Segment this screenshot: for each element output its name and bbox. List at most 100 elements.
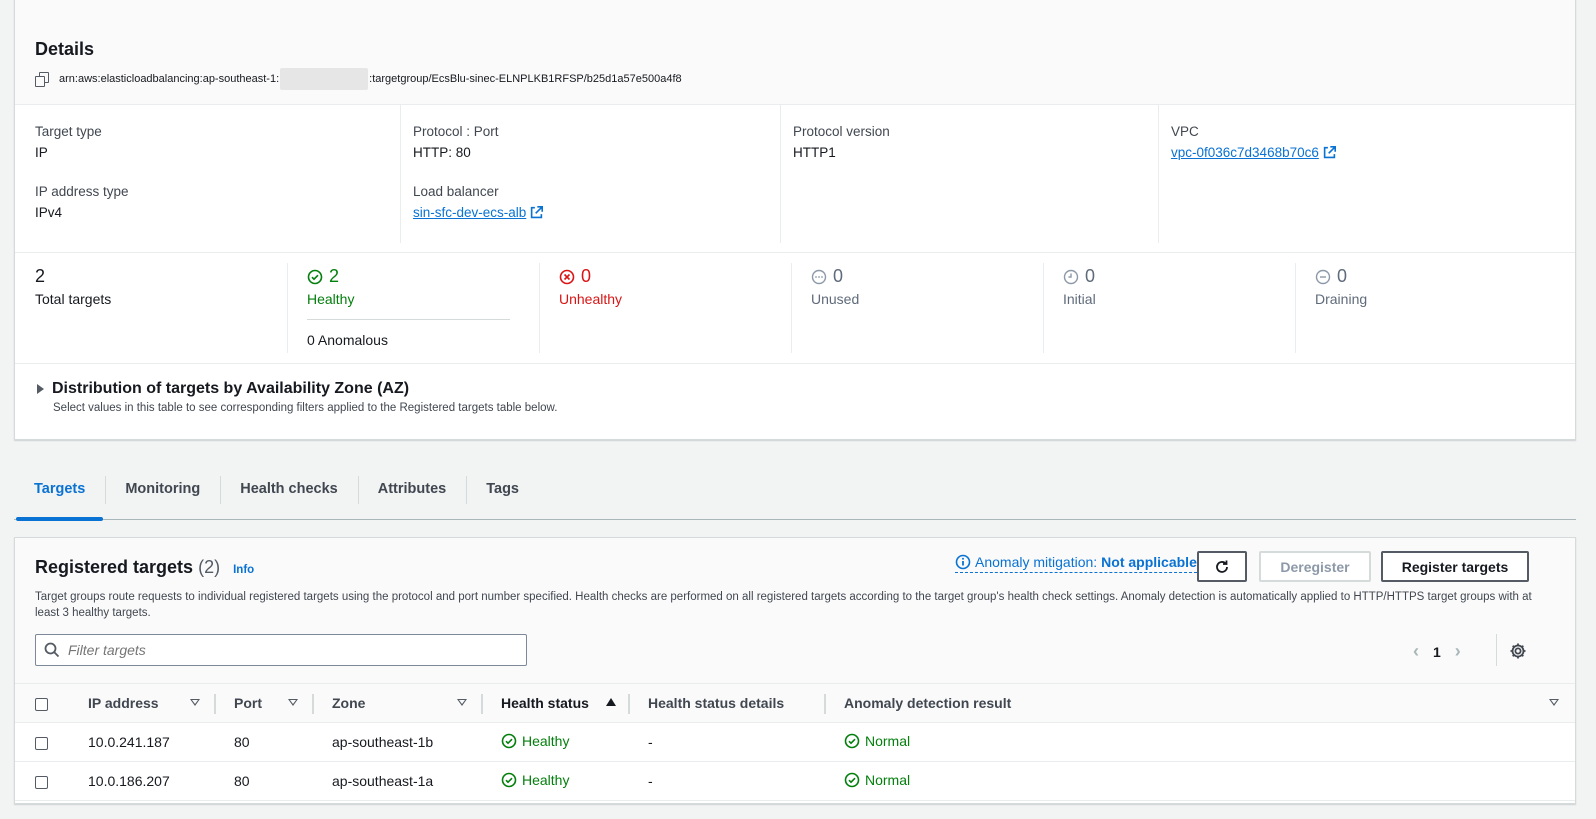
info-link[interactable]: Info (233, 564, 254, 576)
anomalous-count: 0 Anomalous (307, 319, 510, 348)
properties-column-3: Protocol version HTTP1 (780, 105, 1160, 243)
port-cell: 80 (216, 761, 314, 801)
minus-circle-icon (1315, 269, 1331, 284)
check-circle-icon (307, 269, 323, 284)
healthy-label: Healthy (307, 291, 355, 307)
refresh-icon (1216, 560, 1228, 573)
tab-attributes[interactable]: Attributes (357, 460, 466, 518)
tab-targets[interactable]: Targets (14, 460, 105, 521)
load-balancer-link[interactable]: sin-sfc-dev-ecs-alb (413, 205, 544, 220)
az-distribution-section: Distribution of targets by Availability … (15, 364, 1575, 414)
health-status-text: Healthy (522, 732, 570, 749)
registered-targets-count: (2) (198, 557, 221, 577)
registered-targets-title: Registered targets (2) Info (35, 557, 254, 578)
targets-table: IP address Port Zone Health status Healt… (15, 683, 1575, 801)
select-all-checkbox[interactable] (35, 697, 48, 711)
previous-page-icon[interactable]: ‹ (1413, 641, 1419, 662)
arn-suffix: :targetgroup/EcsBlu-sinec-ELNPLKB1RFSP/b… (369, 73, 682, 85)
anomaly-mitigation-value: Not applicable (1101, 554, 1197, 570)
healthy-count-row[interactable]: 2 (307, 266, 510, 287)
stat-unused: 0 Unused (790, 253, 859, 353)
check-circle-icon (501, 772, 517, 787)
refresh-button[interactable] (1197, 551, 1247, 582)
health-status-details-cell: - (630, 722, 826, 762)
external-link-icon (531, 206, 544, 219)
details-header: Details arn:aws:elasticloadbalancing:ap-… (15, 0, 1575, 105)
health-status: Healthy (501, 772, 569, 788)
info-circle-icon (955, 554, 971, 570)
port-cell: 80 (216, 722, 314, 762)
col-zone[interactable]: Zone (314, 683, 483, 723)
total-count: 2 (35, 266, 46, 286)
col-anomaly-detection-result-label: Anomaly detection result (844, 695, 1012, 711)
filter-targets-field[interactable] (35, 634, 527, 666)
select-all-cell (15, 683, 68, 723)
row-select-cell (15, 722, 68, 762)
ip-address-cell: 10.0.186.207 (68, 761, 216, 801)
tab-tags[interactable]: Tags (466, 460, 539, 518)
ip-address-type-value: IPv4 (35, 205, 63, 220)
draining-count: 0 (1337, 266, 1348, 286)
stat-unhealthy: 0 Unhealthy (538, 253, 622, 353)
copy-icon[interactable] (35, 72, 49, 87)
filter-targets-input[interactable] (68, 642, 498, 658)
draining-label: Draining (1315, 291, 1368, 307)
pagination-divider (1496, 634, 1497, 666)
col-port-label: Port (234, 695, 262, 711)
stat-healthy: 2 Healthy 0 Anomalous (287, 253, 510, 353)
deregister-button[interactable]: Deregister (1259, 551, 1371, 582)
external-link-icon (1323, 146, 1336, 159)
next-page-icon[interactable]: › (1455, 641, 1461, 662)
stat-initial: 0 Initial (1043, 253, 1096, 353)
unhealthy-count-row[interactable]: 0 (559, 266, 622, 287)
protocol-port-label: Protocol : Port (413, 124, 499, 139)
zone-cell: ap-southeast-1b (314, 722, 483, 762)
unused-count-row[interactable]: 0 (811, 266, 859, 287)
settings-gear-icon[interactable] (1509, 642, 1527, 660)
anomaly-result-text: Normal (865, 771, 911, 788)
initial-count-row[interactable]: 0 (1063, 266, 1096, 287)
anomaly-result-cell: Normal (826, 761, 1575, 801)
anomaly-result-text: Normal (865, 732, 911, 749)
table-header-row: IP address Port Zone Health status Healt… (15, 683, 1575, 723)
col-anomaly-detection-result[interactable]: Anomaly detection result (826, 683, 1575, 723)
col-port[interactable]: Port (216, 683, 314, 723)
draining-count-row[interactable]: 0 (1315, 266, 1367, 287)
row-select-cell (15, 761, 68, 801)
table-row[interactable]: 10.0.186.207 80 ap-southeast-1a Healthy … (15, 761, 1575, 801)
ellipsis-circle-icon (811, 269, 827, 284)
anomaly-mitigation-label: Anomaly mitigation: (975, 554, 1098, 570)
col-health-status-details[interactable]: Health status details (630, 683, 826, 723)
load-balancer-link-text: sin-sfc-dev-ecs-alb (413, 205, 527, 220)
stat-draining: 0 Draining (1294, 253, 1368, 353)
properties-column-2: Protocol : Port HTTP: 80 Load balancer s… (400, 105, 780, 243)
col-ip-address[interactable]: IP address (68, 683, 216, 723)
table-row[interactable]: 10.0.241.187 80 ap-southeast-1b Healthy … (15, 722, 1575, 762)
protocol-port-value: HTTP: 80 (413, 145, 471, 160)
unhealthy-count: 0 (581, 266, 592, 286)
col-health-status[interactable]: Health status (483, 683, 630, 723)
arn-prefix: arn:aws:elasticloadbalancing:ap-southeas… (59, 73, 280, 85)
az-distribution-toggle[interactable]: Distribution of targets by Availability … (37, 380, 1555, 398)
zone-cell: ap-southeast-1a (314, 761, 483, 801)
registered-targets-header: Registered targets (2) Info Target group… (15, 538, 1575, 683)
properties-column-4: VPC vpc-0f036c7d3468b70c6 (1158, 105, 1558, 243)
health-status-text: Healthy (522, 771, 570, 788)
check-circle-icon (501, 733, 517, 748)
protocol-version-value: HTTP1 (793, 145, 836, 160)
current-page[interactable]: 1 (1433, 644, 1441, 660)
target-stats: 2 Total targets 2 Healthy 0 Anomalous 0 … (15, 253, 1575, 364)
row-checkbox[interactable] (35, 736, 48, 750)
anomaly-mitigation-link[interactable]: Anomaly mitigation: Not applicable (955, 554, 1197, 573)
tab-health-checks[interactable]: Health checks (220, 460, 358, 518)
register-targets-button[interactable]: Register targets (1381, 551, 1529, 582)
pagination: ‹ 1 › (1413, 641, 1461, 662)
vpc-link[interactable]: vpc-0f036c7d3468b70c6 (1171, 145, 1336, 160)
sort-caret-icon (288, 699, 298, 706)
row-checkbox[interactable] (35, 775, 48, 789)
sort-caret-icon (1549, 699, 1559, 706)
arn-row: arn:aws:elasticloadbalancing:ap-southeas… (35, 68, 1555, 90)
details-title: Details (35, 39, 95, 59)
tab-monitoring[interactable]: Monitoring (105, 460, 220, 518)
redacted-account-id (280, 68, 369, 90)
